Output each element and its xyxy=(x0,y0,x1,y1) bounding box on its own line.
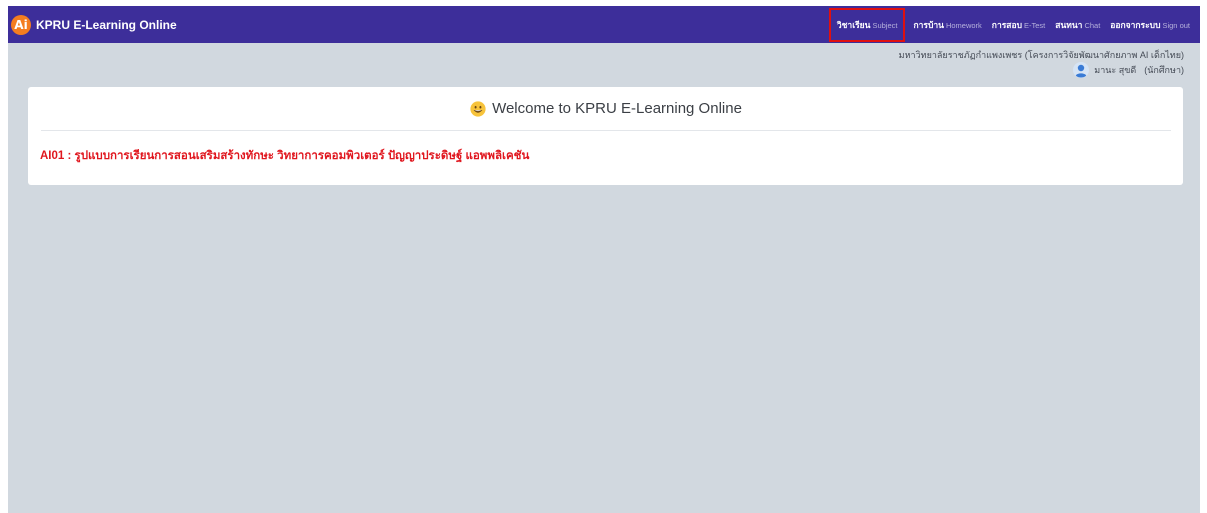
nav-item-sign-out[interactable]: ออกจากระบบ Sign out xyxy=(1110,18,1190,32)
nav-item-sublabel: Homework xyxy=(945,20,982,30)
card-header: Welcome to KPRU E-Learning Online xyxy=(41,87,1171,131)
nav-item-sublabel: Chat xyxy=(1084,20,1101,30)
brand[interactable]: Ai KPRU E-Learning Online xyxy=(11,14,177,35)
user-name: มานะ สุขดี xyxy=(1094,65,1137,75)
nav-item-sublabel: E-Test xyxy=(1023,20,1046,30)
nav-item-label: สนทนา xyxy=(1055,19,1083,30)
brand-logo-icon: Ai xyxy=(11,14,31,35)
nav-item-sublabel: Sign out xyxy=(1162,20,1190,30)
app-container: Ai KPRU E-Learning Online วิชาเรียน Subj… xyxy=(8,6,1200,513)
nav-item-subject[interactable]: วิชาเรียน Subject xyxy=(828,7,906,42)
nav-item-label: การสอบ xyxy=(991,19,1022,30)
nav-item-label: การบ้าน xyxy=(913,19,944,30)
organization-text: มหาวิทยาลัยราชภัฏกำแพงเพชร (โครงการวิจัย… xyxy=(898,50,1184,60)
user-avatar-icon xyxy=(1073,62,1090,78)
brand-title: KPRU E-Learning Online xyxy=(36,17,177,32)
welcome-card: Welcome to KPRU E-Learning Online AI01 :… xyxy=(28,87,1183,185)
nav-item-sublabel: Subject xyxy=(872,20,898,30)
top-navbar: Ai KPRU E-Learning Online วิชาเรียน Subj… xyxy=(8,6,1200,43)
grinning-face-icon xyxy=(470,100,486,117)
nav-item-chat[interactable]: สนทนา Chat xyxy=(1055,18,1100,32)
nav-item-label: ออกจากระบบ xyxy=(1110,19,1161,30)
nav-item-label: วิชาเรียน xyxy=(836,19,871,30)
welcome-heading: Welcome to KPRU E-Learning Online xyxy=(492,100,742,117)
nav-item-etest[interactable]: การสอบ E-Test xyxy=(992,18,1045,32)
course-link-ai01[interactable]: AI01 : รูปแบบการเรียนการสอนเสริมสร้างทัก… xyxy=(40,147,529,165)
nav-menu: วิชาเรียน Subject การบ้าน Homework การสอ… xyxy=(828,6,1190,43)
user-role: (นักศึกษา) xyxy=(1144,65,1184,75)
user-info[interactable]: มานะ สุขดี (นักศึกษา) xyxy=(1073,62,1184,78)
nav-item-homework[interactable]: การบ้าน Homework xyxy=(913,18,981,32)
